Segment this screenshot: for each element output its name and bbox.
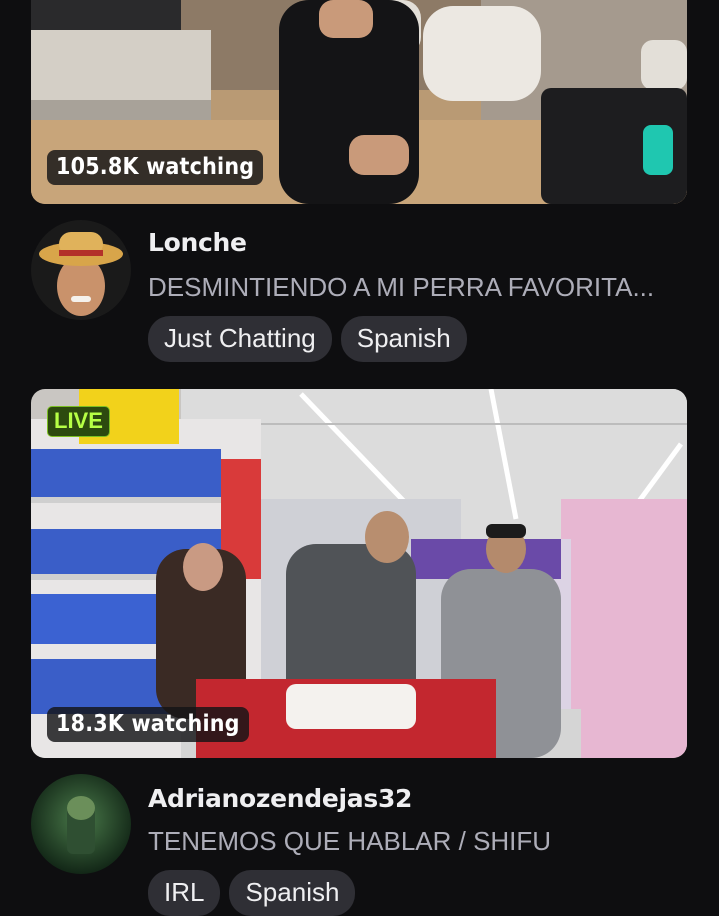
channel-name[interactable]: Lonche	[148, 228, 247, 257]
channel-avatar[interactable]	[31, 774, 131, 874]
tag-just-chatting[interactable]: Just Chatting	[148, 316, 332, 362]
tag-irl[interactable]: IRL	[148, 870, 221, 916]
stream-thumbnail-image	[31, 389, 687, 758]
live-badge: LIVE	[47, 406, 110, 437]
stream-thumbnail-2[interactable]: LIVE 18.3K watching	[31, 389, 687, 758]
tag-spanish[interactable]: Spanish	[229, 870, 356, 916]
stream-title[interactable]: DESMINTIENDO A MI PERRA FAVORITA...	[148, 272, 654, 303]
stream-info-2: Adrianozendejas32 TENEMOS QUE HABLAR / S…	[31, 774, 691, 916]
stream-title[interactable]: TENEMOS QUE HABLAR / SHIFU	[148, 826, 551, 857]
channel-avatar[interactable]	[31, 220, 131, 320]
channel-name[interactable]: Adrianozendejas32	[148, 784, 412, 813]
tag-list: IRL Spanish	[148, 870, 356, 916]
stream-thumbnail-1[interactable]: 105.8K watching	[31, 0, 687, 204]
viewer-count-badge: 105.8K watching	[47, 150, 264, 185]
viewer-count-badge: 18.3K watching	[47, 707, 249, 742]
stream-info-1: Lonche DESMINTIENDO A MI PERRA FAVORITA.…	[31, 220, 691, 362]
tag-list: Just Chatting Spanish	[148, 316, 467, 362]
tag-spanish[interactable]: Spanish	[340, 316, 467, 362]
